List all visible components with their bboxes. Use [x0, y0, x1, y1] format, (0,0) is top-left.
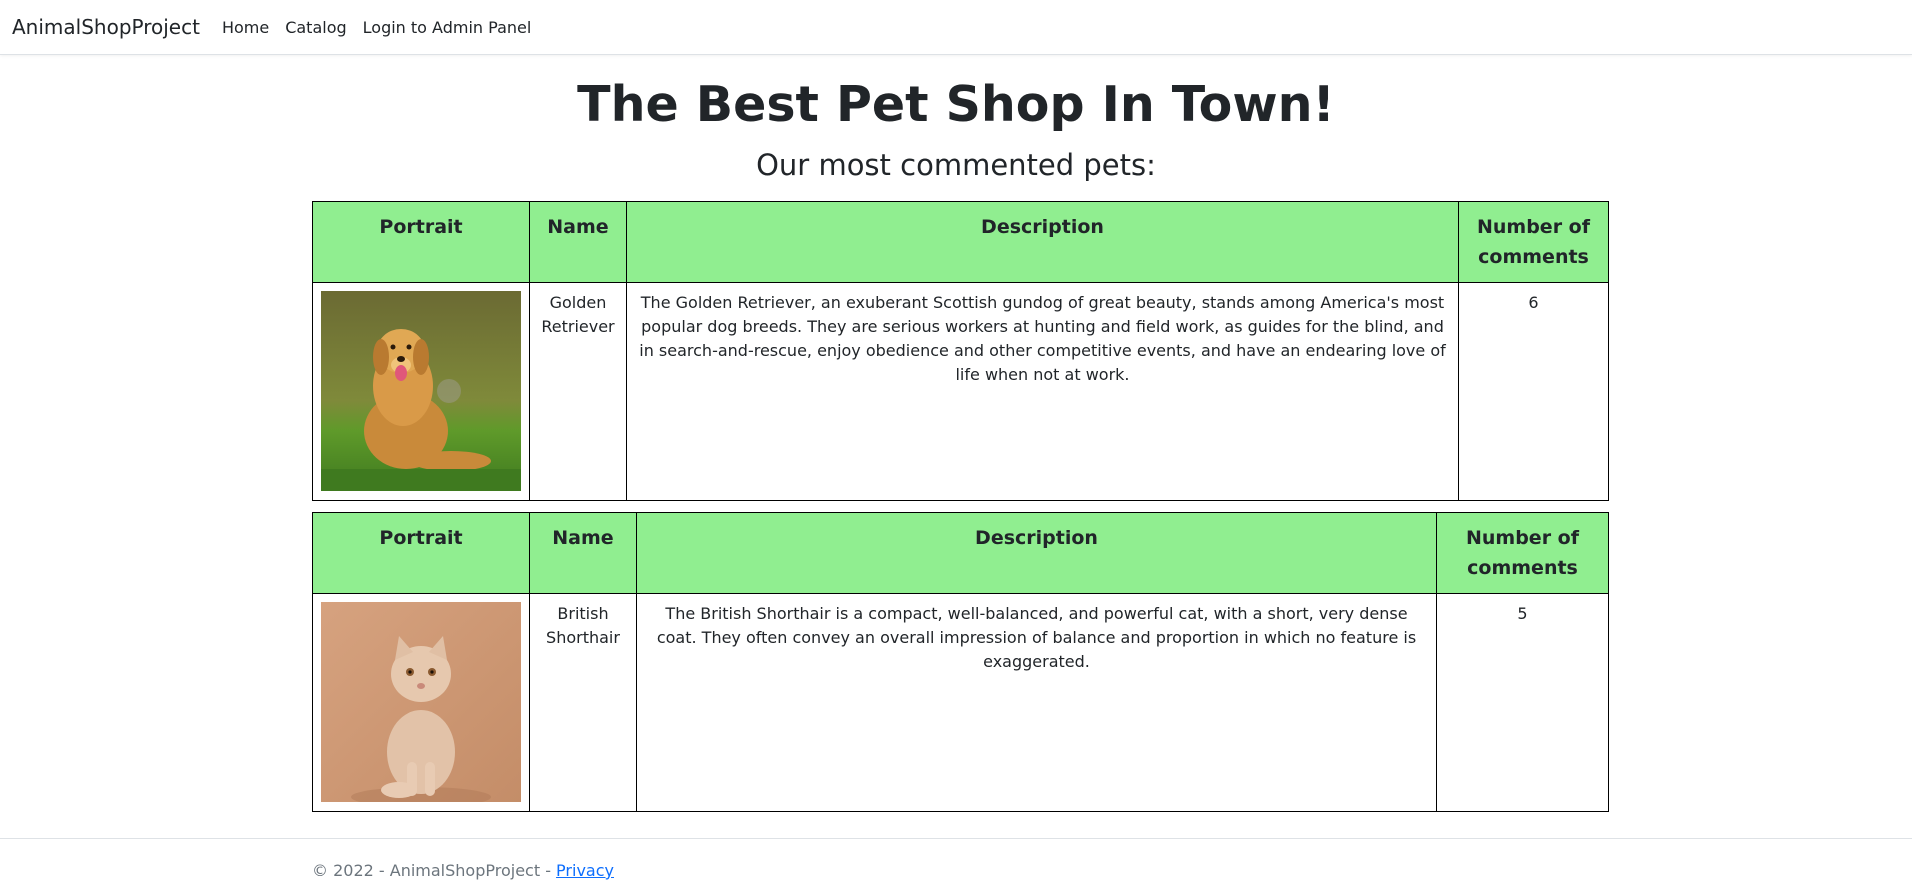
page-title: The Best Pet Shop In Town! [577, 76, 1335, 133]
pet-description: The British Shorthair is a compact, well… [636, 593, 1437, 812]
pet-table-british-shorthair: Portrait Name Description Number of comm… [312, 512, 1609, 812]
nav-link-home[interactable]: Home [222, 18, 269, 37]
nav-link-admin-login[interactable]: Login to Admin Panel [363, 18, 532, 37]
column-header-description: Description [636, 512, 1437, 594]
british-shorthair-photo [321, 602, 521, 802]
footer-copyright: © 2022 - AnimalShopProject - [312, 861, 557, 880]
column-header-description: Description [626, 201, 1459, 283]
column-header-portrait: Portrait [312, 512, 530, 594]
portrait-cell [312, 593, 530, 812]
navbar: AnimalShopProject Home Catalog Login to … [0, 0, 1912, 55]
table-row: British Shorthair The British Shorthair … [312, 593, 1609, 812]
page-subtitle: Our most commented pets: [756, 148, 1156, 182]
footer: © 2022 - AnimalShopProject - Privacy [0, 838, 1912, 880]
column-header-name: Name [529, 512, 637, 594]
pet-comments-count: 6 [1458, 282, 1609, 501]
pet-name: Golden Retriever [529, 282, 627, 501]
column-header-name: Name [529, 201, 627, 283]
brand-link[interactable]: AnimalShopProject [12, 15, 200, 39]
pet-table-golden-retriever: Portrait Name Description Number of comm… [312, 201, 1609, 501]
column-header-comments: Number of comments [1458, 201, 1609, 283]
pet-comments-count: 5 [1436, 593, 1609, 812]
privacy-link[interactable]: Privacy [556, 861, 614, 880]
table-row: Golden Retriever The Golden Retriever, a… [312, 282, 1609, 501]
column-header-comments: Number of comments [1436, 512, 1609, 594]
golden-retriever-photo [321, 291, 521, 491]
nav-link-catalog[interactable]: Catalog [285, 18, 346, 37]
column-header-portrait: Portrait [312, 201, 530, 283]
portrait-cell [312, 282, 530, 501]
pet-name: British Shorthair [529, 593, 637, 812]
pet-description: The Golden Retriever, an exuberant Scott… [626, 282, 1459, 501]
table-header-row: Portrait Name Description Number of comm… [312, 512, 1609, 594]
table-header-row: Portrait Name Description Number of comm… [312, 201, 1609, 283]
